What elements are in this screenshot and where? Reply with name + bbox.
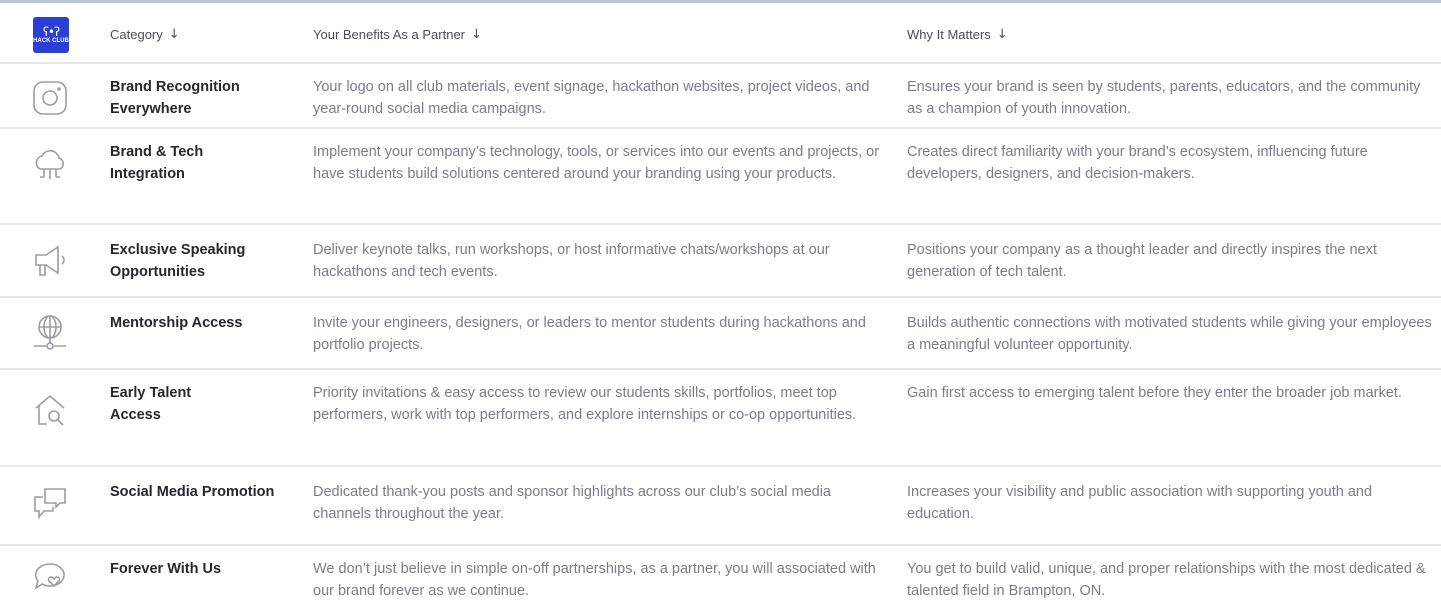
category-cell: Social Media Promotion [110,481,274,503]
column-header-label: Your Benefits As a Partner [313,27,466,42]
chat-bubbles-icon [28,481,72,525]
category-line: Exclusive Speaking [110,242,246,258]
column-header-why[interactable]: Why It Matters ↓ [907,27,1008,42]
hack-club-logo: ʕ•ʔ HACK CLUB [33,17,69,53]
column-header-label: Why It Matters [907,27,991,42]
category-cell: Forever With Us [110,558,221,580]
table-row: Forever With Us We don’t just believe in… [0,544,1441,601]
benefit-cell: Priority invitations & easy access to re… [313,385,857,423]
sort-arrow-icon: ↓ [996,27,1008,42]
house-search-icon [28,388,72,432]
why-cell: Gain first access to emerging talent bef… [907,385,1402,401]
category-line: Mentorship Access [110,315,243,331]
logo-glyph: ʕ•ʔ [42,25,60,39]
benefit-cell: Your logo on all club materials, event s… [313,79,870,117]
category-line: Brand Recognition [110,79,240,95]
why-cell: Creates direct familiarity with your bra… [907,144,1368,182]
table-row: Mentorship Access Invite your engineers,… [0,296,1441,368]
why-cell: You get to build valid, unique, and prop… [907,561,1426,599]
category-cell: Brand & Tech Integration [110,141,203,185]
benefit-cell: We don’t just believe in simple on-off p… [313,561,876,599]
partner-benefits-table: ʕ•ʔ HACK CLUB Category ↓ Your Benefits A… [0,3,1441,601]
sort-arrow-icon: ↓ [471,27,482,42]
benefit-cell: Deliver keynote talks, run workshops, or… [313,242,830,280]
instagram-icon [28,76,72,120]
why-cell: Ensures your brand is seen by students, … [907,79,1421,117]
category-line: Social Media Promotion [110,484,275,500]
globe-network-icon [28,310,72,354]
category-line: Brand & Tech [110,144,204,160]
column-header-label: Category [110,27,163,42]
table-row: Social Media Promotion Dedicated thank-y… [0,465,1441,544]
category-line: Integration [110,166,185,182]
table-row: Exclusive Speaking Opportunities Deliver… [0,223,1441,296]
table-row: Brand & Tech Integration Implement your … [0,127,1441,223]
why-cell: Positions your company as a thought lead… [907,242,1377,280]
category-cell: Exclusive Speaking Opportunities [110,239,245,283]
cloud-network-icon [28,143,72,187]
category-line: Everywhere [110,101,192,117]
sort-arrow-icon: ↓ [168,27,180,42]
chat-heart-icon [28,556,72,600]
category-cell: Mentorship Access [110,312,242,334]
megaphone-icon [28,239,72,283]
table-header: ʕ•ʔ HACK CLUB Category ↓ Your Benefits A… [0,3,1441,62]
benefit-cell: Dedicated thank-you posts and sponsor hi… [313,484,831,522]
category-cell: Brand Recognition Everywhere [110,76,240,120]
category-cell: Early Talent Access [110,382,191,426]
logo-text: HACK CLUB [33,38,69,44]
table-row: Early Talent Access Priority invitations… [0,368,1441,465]
column-header-category[interactable]: Category ↓ [110,27,180,42]
column-header-benefits[interactable]: Your Benefits As a Partner ↓ [313,27,482,42]
category-line: Forever With Us [110,561,222,577]
category-line: Opportunities [110,264,206,280]
why-cell: Builds authentic connections with motiva… [907,315,1432,353]
benefit-cell: Invite your engineers, designers, or lea… [313,315,866,353]
benefit-cell: Implement your company’s technology, too… [313,144,880,182]
category-line: Access [110,407,161,423]
category-line: Early Talent [110,385,192,401]
why-cell: Increases your visibility and public ass… [907,484,1373,522]
table-row: Brand Recognition Everywhere Your logo o… [0,62,1441,127]
